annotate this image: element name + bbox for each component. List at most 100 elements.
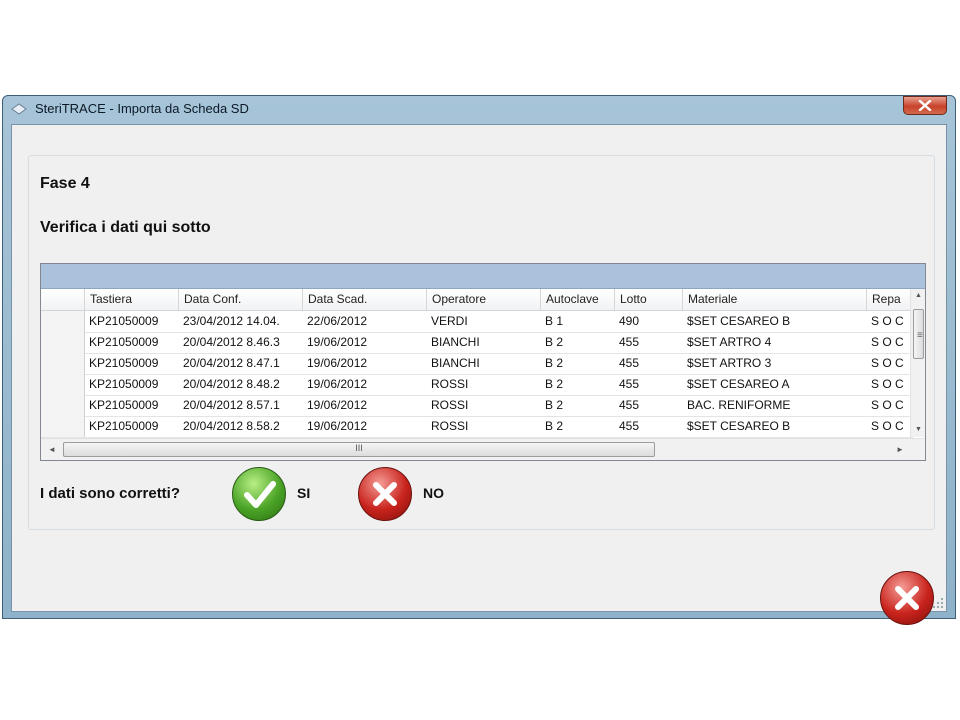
- window-close-button[interactable]: [903, 96, 947, 115]
- table-cell[interactable]: ROSSI: [427, 416, 541, 437]
- exit-button[interactable]: [880, 571, 934, 625]
- table-cell[interactable]: $SET ARTRO 4: [683, 332, 867, 353]
- table-cell[interactable]: 19/06/2012: [303, 353, 427, 374]
- scroll-up-icon[interactable]: ▲: [911, 289, 925, 303]
- table-cell[interactable]: S O C: [867, 416, 913, 437]
- table-cell[interactable]: 19/06/2012: [303, 374, 427, 395]
- table-cell[interactable]: 20/04/2012 8.57.1: [179, 395, 303, 416]
- column-header[interactable]: Operatore: [427, 289, 541, 310]
- table-cell[interactable]: $SET CESAREO B: [683, 416, 867, 437]
- table-cell[interactable]: 20/04/2012 8.46.3: [179, 332, 303, 353]
- table-cell[interactable]: 20/04/2012 8.48.2: [179, 374, 303, 395]
- scroll-right-icon[interactable]: ►: [893, 442, 907, 457]
- table-cell[interactable]: $SET ARTRO 3: [683, 353, 867, 374]
- column-header[interactable]: Lotto: [615, 289, 683, 310]
- horizontal-scrollbar[interactable]: ◄ III ►: [41, 438, 925, 460]
- table-cell[interactable]: 22/06/2012: [303, 311, 427, 332]
- table-cell[interactable]: S O C: [867, 374, 913, 395]
- phase-label: Fase 4: [40, 175, 90, 192]
- app-icon: [11, 103, 27, 115]
- table-cell[interactable]: 20/04/2012 8.58.2: [179, 416, 303, 437]
- grip-label: III: [355, 443, 363, 453]
- row-header[interactable]: [41, 416, 85, 437]
- column-header[interactable]: Materiale: [683, 289, 867, 310]
- window-title: SteriTRACE - Importa da Scheda SD: [35, 101, 249, 116]
- table-row[interactable]: KP21050009 20/04/2012 8.47.1 19/06/2012 BIA…: [41, 353, 913, 375]
- table-cell[interactable]: 455: [615, 353, 683, 374]
- check-icon: [244, 481, 276, 508]
- table-cell[interactable]: ROSSI: [427, 395, 541, 416]
- table-cell[interactable]: S O C: [867, 395, 913, 416]
- column-header[interactable]: Repa: [867, 289, 913, 310]
- x-icon: [895, 586, 919, 610]
- table-cell[interactable]: KP21050009: [85, 311, 179, 332]
- table-cell[interactable]: S O C: [867, 332, 913, 353]
- row-header[interactable]: [41, 395, 85, 416]
- row-header-corner: [41, 289, 85, 310]
- table-cell[interactable]: ROSSI: [427, 374, 541, 395]
- table-cell[interactable]: 19/06/2012: [303, 332, 427, 353]
- x-icon: [373, 482, 397, 506]
- table-cell[interactable]: BIANCHI: [427, 332, 541, 353]
- table-cell[interactable]: B 1: [541, 311, 615, 332]
- table-cell[interactable]: BIANCHI: [427, 353, 541, 374]
- table-cell[interactable]: KP21050009: [85, 353, 179, 374]
- table-cell[interactable]: 23/04/2012 14.04.: [179, 311, 303, 332]
- row-header[interactable]: [41, 374, 85, 395]
- table-cell[interactable]: S O C: [867, 353, 913, 374]
- horizontal-scroll-thumb[interactable]: III: [63, 442, 655, 457]
- table-cell[interactable]: $SET CESAREO B: [683, 311, 867, 332]
- column-header[interactable]: Tastiera: [85, 289, 179, 310]
- resize-grip-icon[interactable]: [932, 597, 944, 609]
- client-area: Fase 4 Verifica i dati qui sotto Tastier…: [11, 124, 947, 625]
- grid-caption-bar: [41, 264, 925, 289]
- column-header[interactable]: Data Conf.: [179, 289, 303, 310]
- table-row[interactable]: KP21050009 23/04/2012 14.04. 22/06/2012 VER…: [41, 311, 913, 333]
- confirm-no-button[interactable]: [358, 467, 412, 521]
- grid-header-row: Tastiera Data Conf. Data Scad. Operatore…: [41, 289, 913, 311]
- table-cell[interactable]: 20/04/2012 8.47.1: [179, 353, 303, 374]
- table-cell[interactable]: KP21050009: [85, 374, 179, 395]
- table-cell[interactable]: 455: [615, 416, 683, 437]
- table-cell[interactable]: 455: [615, 395, 683, 416]
- no-label: NO: [423, 485, 444, 501]
- row-header[interactable]: [41, 353, 85, 374]
- scroll-left-icon[interactable]: ◄: [45, 442, 59, 457]
- column-header[interactable]: Data Scad.: [303, 289, 427, 310]
- vertical-scrollbar[interactable]: ▲ ≡ ▼: [910, 289, 925, 437]
- close-icon: [918, 100, 932, 111]
- table-cell[interactable]: B 2: [541, 353, 615, 374]
- column-header[interactable]: Autoclave: [541, 289, 615, 310]
- title-bar[interactable]: SteriTRACE - Importa da Scheda SD: [3, 96, 955, 124]
- import-window: SteriTRACE - Importa da Scheda SD Fase 4…: [2, 95, 956, 625]
- table-cell[interactable]: B 2: [541, 416, 615, 437]
- table-cell[interactable]: 455: [615, 374, 683, 395]
- table-row[interactable]: KP21050009 20/04/2012 8.48.2 19/06/2012 ROS…: [41, 374, 913, 396]
- row-header[interactable]: [41, 311, 85, 332]
- data-grid[interactable]: Tastiera Data Conf. Data Scad. Operatore…: [40, 263, 926, 461]
- table-cell[interactable]: B 2: [541, 332, 615, 353]
- table-cell[interactable]: KP21050009: [85, 416, 179, 437]
- confirm-question: I dati sono corretti?: [40, 485, 181, 502]
- table-cell[interactable]: B 2: [541, 374, 615, 395]
- table-cell[interactable]: 19/06/2012: [303, 395, 427, 416]
- confirm-yes-button[interactable]: [232, 467, 286, 521]
- table-cell[interactable]: KP21050009: [85, 332, 179, 353]
- scroll-down-icon[interactable]: ▼: [911, 423, 925, 437]
- row-header[interactable]: [41, 332, 85, 353]
- vertical-scroll-thumb[interactable]: ≡: [913, 309, 924, 359]
- table-cell[interactable]: B 2: [541, 395, 615, 416]
- table-cell[interactable]: KP21050009: [85, 395, 179, 416]
- table-cell[interactable]: VERDI: [427, 311, 541, 332]
- table-cell[interactable]: BAC. RENIFORME: [683, 395, 867, 416]
- table-cell[interactable]: S O C: [867, 311, 913, 332]
- table-row[interactable]: KP21050009 20/04/2012 8.46.3 19/06/2012 BIA…: [41, 332, 913, 354]
- yes-label: SI: [297, 485, 311, 501]
- grip-icon: ≡: [917, 330, 923, 341]
- table-cell[interactable]: 455: [615, 332, 683, 353]
- table-row[interactable]: KP21050009 20/04/2012 8.58.2 19/06/2012 ROS…: [41, 416, 913, 438]
- table-cell[interactable]: 19/06/2012: [303, 416, 427, 437]
- table-cell[interactable]: $SET CESAREO A: [683, 374, 867, 395]
- table-row[interactable]: KP21050009 20/04/2012 8.57.1 19/06/2012 ROS…: [41, 395, 913, 417]
- table-cell[interactable]: 490: [615, 311, 683, 332]
